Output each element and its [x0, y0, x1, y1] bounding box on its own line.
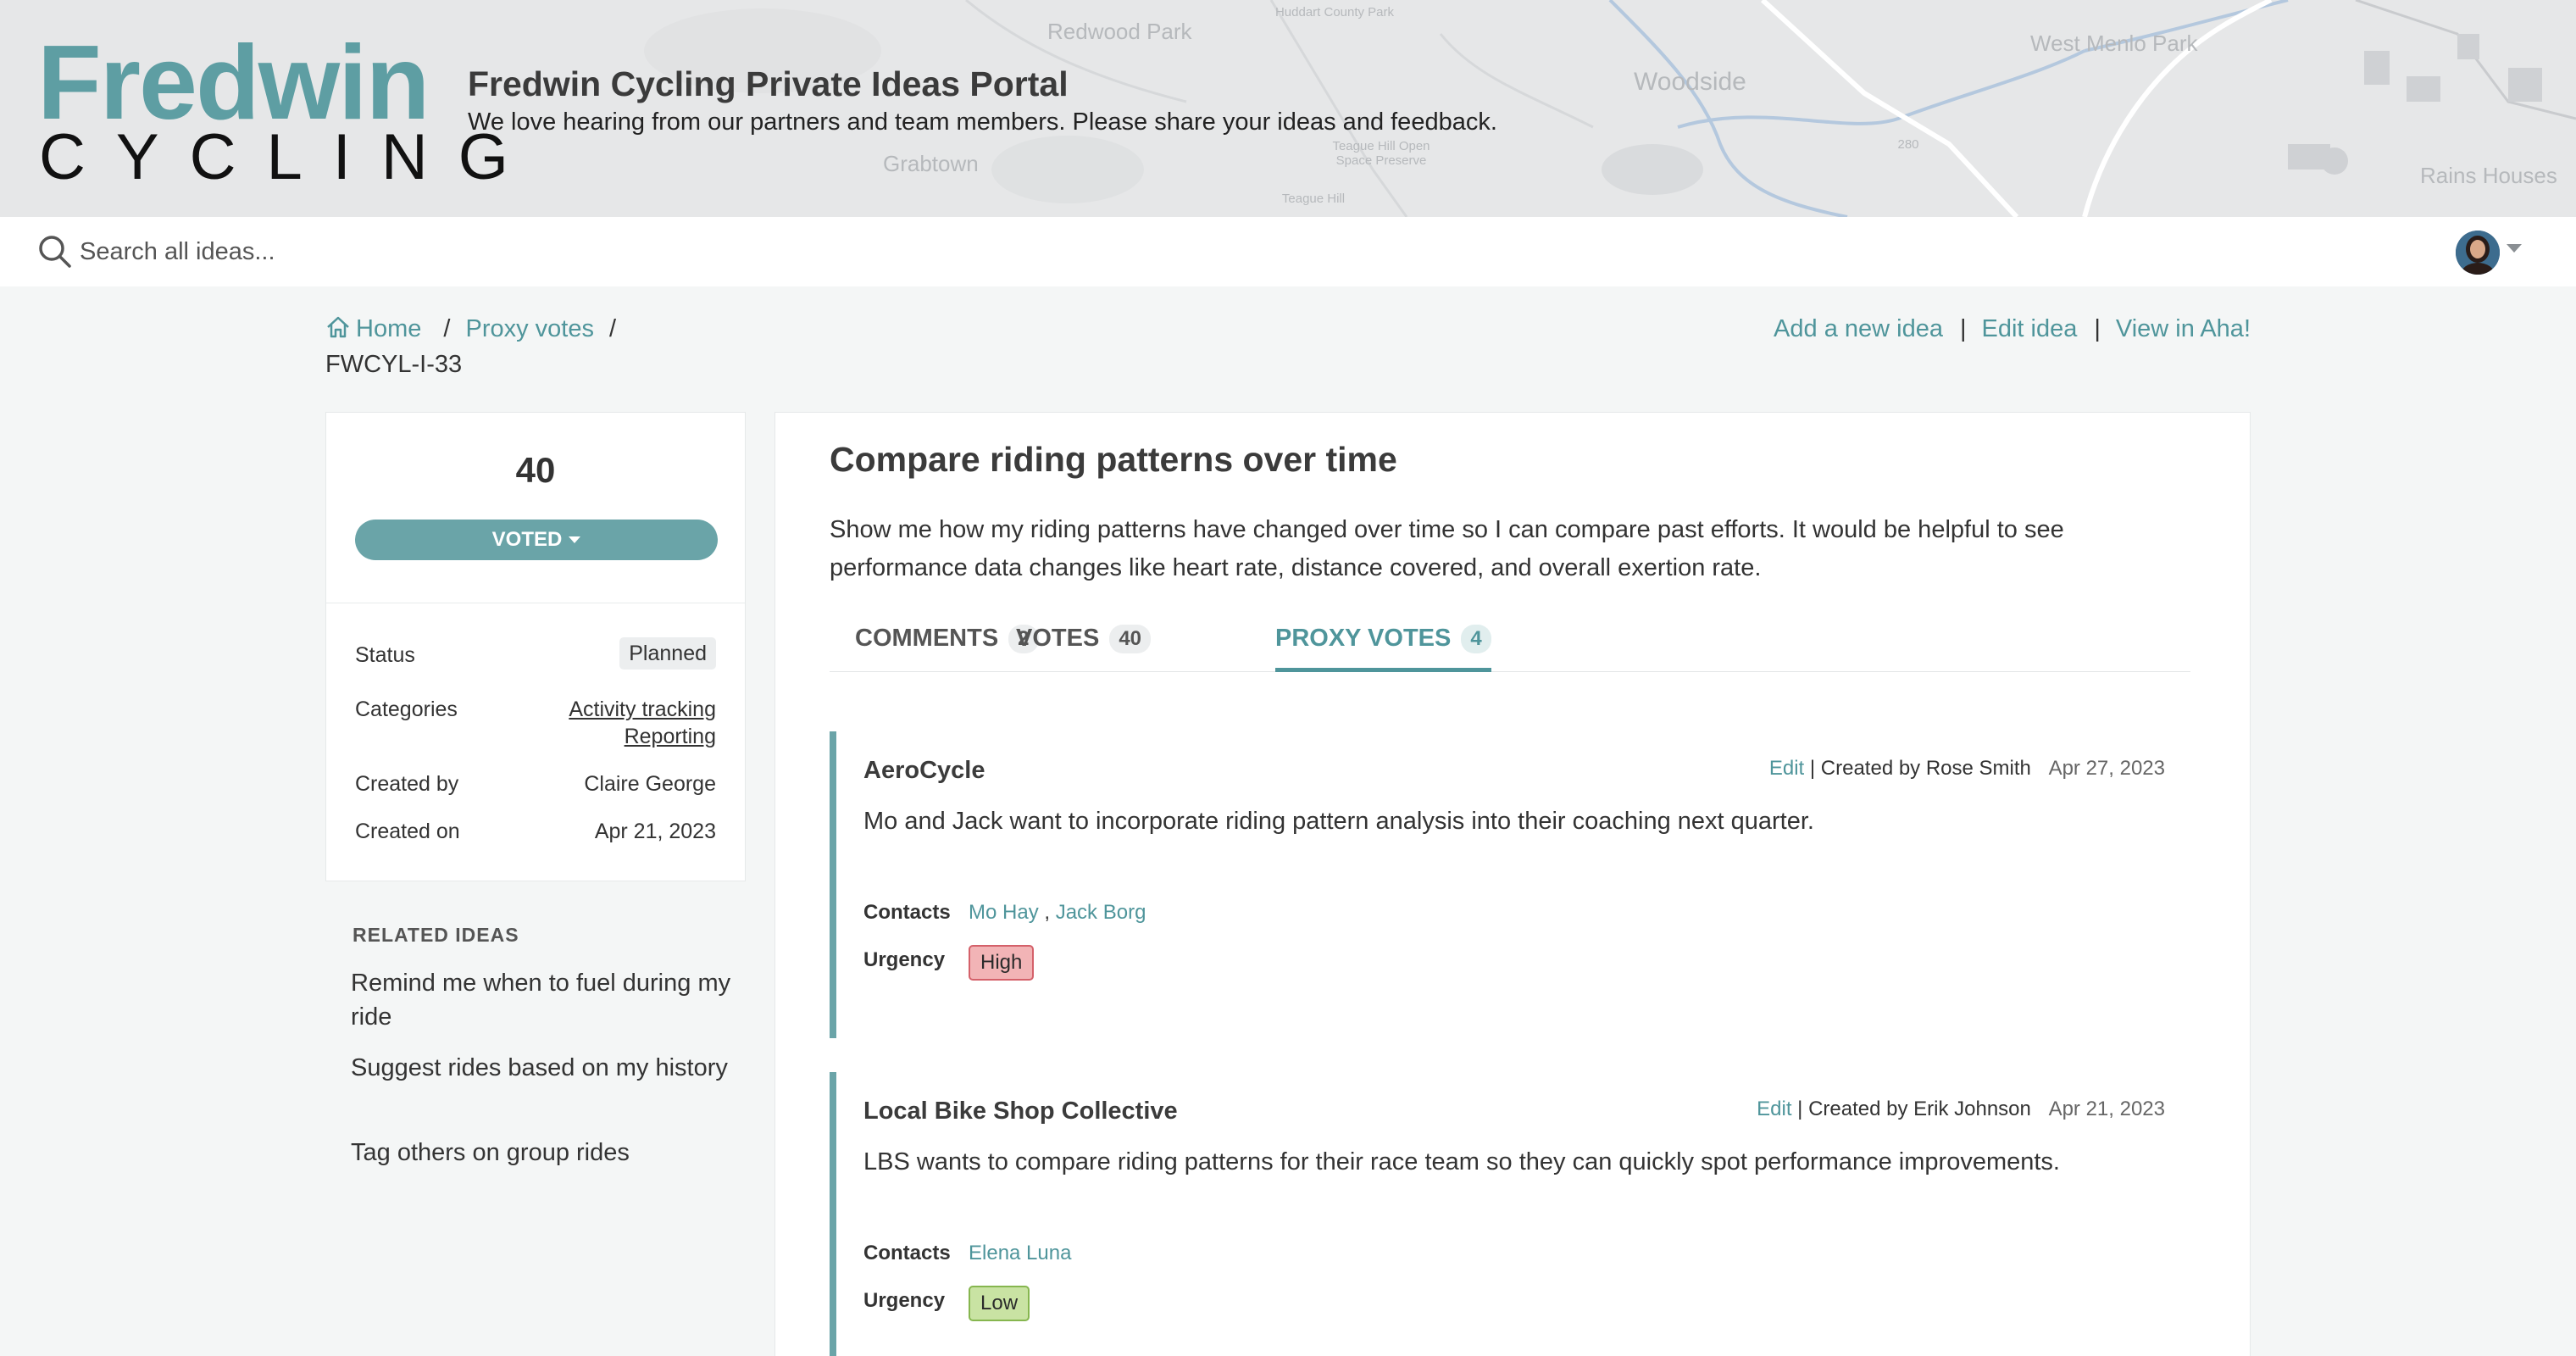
breadcrumb-current: FWCYL-I-33 — [325, 351, 463, 378]
idea-description: Show me how my riding patterns have chan… — [830, 516, 2064, 581]
idea-actions: Add a new idea | Edit idea | View in Aha… — [1774, 315, 2251, 343]
add-idea-link[interactable]: Add a new idea — [1774, 315, 1943, 343]
contact-link[interactable]: Jack Borg — [1056, 901, 1146, 924]
proxy-vote-org: Local Bike Shop Collective — [863, 1098, 1178, 1125]
fredwin-logo[interactable]: Fredwin CYCLING — [37, 25, 508, 193]
related-idea-link[interactable]: Suggest rides based on my history — [351, 1051, 732, 1085]
idea-detail-card: Compare riding patterns over time Show m… — [774, 412, 2251, 1356]
action-separator: | — [1959, 315, 1967, 342]
related-idea-link[interactable]: Remind me when to fuel during my ride — [351, 966, 732, 1034]
contact-link[interactable]: Elena Luna — [969, 1242, 1071, 1264]
categories-label: Categories — [355, 697, 458, 721]
map-label: West Menlo Park — [2030, 31, 2198, 56]
urgency-badge: High — [969, 945, 1035, 981]
tab-count: 40 — [1109, 625, 1152, 653]
tab-label: VOTES — [1016, 625, 1100, 652]
breadcrumb-separator: / — [443, 315, 451, 342]
category-link[interactable]: Reporting — [569, 723, 716, 750]
contacts-label: Contacts — [863, 901, 951, 924]
proxy-vote-edit-link[interactable]: Edit — [1757, 1098, 1791, 1120]
portal-subtitle: We love hearing from our partners and te… — [468, 108, 1497, 136]
breadcrumb-proxy-votes[interactable]: Proxy votes — [465, 315, 594, 342]
tab-label: PROXY VOTES — [1275, 625, 1452, 652]
contacts-label: Contacts — [863, 1242, 951, 1264]
contact-link[interactable]: Mo Hay — [969, 901, 1039, 924]
action-separator: | — [2094, 315, 2101, 342]
user-avatar[interactable] — [2456, 231, 2500, 275]
search-input[interactable] — [80, 229, 673, 275]
created-by-value: Claire George — [584, 772, 716, 796]
idea-tabs: COMMENTS 2 VOTES 40 PROXY VOTES 4 — [830, 625, 2190, 672]
map-label: Teague Hill Open Space Preserve — [1332, 139, 1430, 168]
proxy-vote-edit-link[interactable]: Edit — [1769, 757, 1804, 780]
proxy-vote-date: Apr 27, 2023 — [2048, 757, 2165, 780]
breadcrumb-separator: / — [608, 315, 617, 342]
proxy-vote-card: AeroCycle Edit | Created by Rose Smith A… — [830, 731, 2190, 1038]
map-label: Redwood Park — [1047, 19, 1192, 44]
view-in-aha-link[interactable]: View in Aha! — [2116, 315, 2251, 343]
logo-subtitle: CYCLING — [39, 121, 539, 193]
breadcrumb-home-label: Home — [356, 315, 422, 342]
map-label: Grabtown — [883, 151, 979, 176]
proxy-vote-text: Mo and Jack want to incorporate riding p… — [863, 808, 1814, 835]
status-label: Status — [355, 643, 415, 667]
urgency-label: Urgency — [863, 1289, 946, 1312]
home-icon — [327, 316, 349, 338]
map-label: Woodside — [1634, 68, 1746, 96]
proxy-vote-meta: Edit | Created by Erik Johnson Apr 21, 2… — [1757, 1098, 2165, 1121]
created-on-value: Apr 21, 2023 — [594, 820, 716, 843]
categories-value: Activity tracking Reporting — [569, 696, 716, 750]
proxy-vote-meta: Edit | Created by Rose Smith Apr 27, 202… — [1769, 757, 2165, 781]
related-idea-link[interactable]: Tag others on group rides — [351, 1136, 732, 1170]
vote-card: 40 VOTED Status Planned Categories Activ… — [325, 412, 746, 881]
portal-header: Redwood Park Huddart County Park Woodsid… — [0, 0, 2576, 217]
caret-down-icon — [569, 536, 581, 543]
map-label: Teague Hill — [1281, 192, 1346, 206]
urgency-badge: Low — [969, 1286, 1030, 1321]
created-on-label: Created on — [355, 820, 460, 843]
category-link[interactable]: Activity tracking — [569, 696, 716, 723]
idea-title: Compare riding patterns over time — [830, 440, 1397, 479]
proxy-vote-card: Local Bike Shop Collective Edit | Create… — [830, 1072, 2190, 1356]
voted-button[interactable]: VOTED — [355, 520, 718, 560]
contacts-list: Mo Hay , Jack Borg — [969, 901, 1146, 925]
tab-comments[interactable]: COMMENTS 2 — [855, 625, 1039, 672]
proxy-vote-creator: | Created by Erik Johnson — [1797, 1098, 2031, 1120]
proxy-vote-date: Apr 21, 2023 — [2048, 1098, 2165, 1120]
map-label: Huddart County Park — [1274, 5, 1395, 19]
status-value: Planned — [619, 637, 716, 670]
vote-count: 40 — [515, 450, 556, 490]
map-label: 280 — [1897, 137, 1919, 152]
tab-label: COMMENTS — [855, 625, 999, 652]
related-ideas-heading: RELATED IDEAS — [353, 924, 519, 946]
portal-title: Fredwin Cycling Private Ideas Portal — [468, 64, 1069, 103]
edit-idea-link[interactable]: Edit idea — [1982, 315, 2078, 343]
map-label: Rains Houses — [2420, 163, 2557, 188]
caret-down-icon[interactable] — [2507, 244, 2522, 253]
proxy-vote-text: LBS wants to compare riding patterns for… — [863, 1148, 2060, 1175]
search-icon — [39, 236, 71, 268]
proxy-vote-org: AeroCycle — [863, 757, 985, 784]
proxy-vote-creator: | Created by Rose Smith — [1809, 757, 2031, 780]
tab-count: 4 — [1461, 625, 1491, 653]
tab-votes[interactable]: VOTES 40 — [1016, 625, 1152, 672]
breadcrumb-home[interactable]: Home — [325, 315, 428, 342]
created-by-label: Created by — [355, 772, 459, 796]
contacts-list: Elena Luna — [969, 1242, 1071, 1265]
voted-label: VOTED — [491, 528, 563, 551]
breadcrumb: Home / Proxy votes / — [325, 315, 616, 343]
status-badge: Planned — [619, 637, 716, 670]
logo-word: Fredwin — [37, 25, 430, 142]
urgency-label: Urgency — [863, 948, 946, 971]
tab-proxy-votes[interactable]: PROXY VOTES 4 — [1275, 625, 1491, 672]
contact-separator: , — [1038, 901, 1056, 924]
avatar-image — [2456, 231, 2500, 275]
search-bar — [0, 217, 2576, 286]
